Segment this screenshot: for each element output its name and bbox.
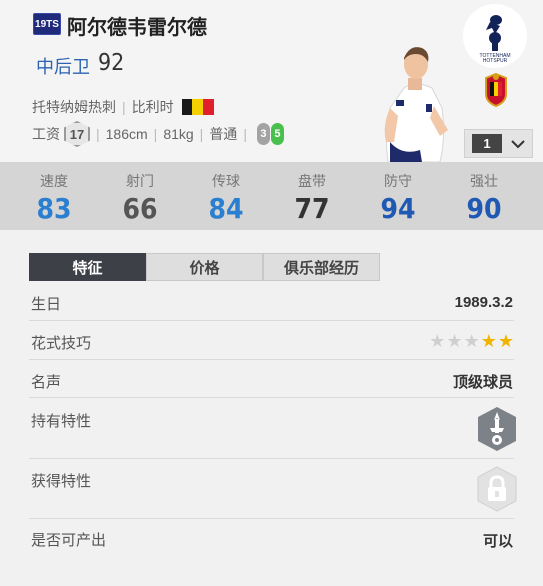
skill-moves-stars: ★ ★ ★ ★ ★	[429, 331, 514, 352]
season-badge: 19TS	[33, 13, 61, 35]
reputation-row: 名声 顶级球员	[29, 360, 514, 398]
traits-label: 持有特性	[31, 413, 92, 430]
player-height: 186cm	[105, 126, 148, 142]
nation-name: 比利时	[131, 99, 174, 115]
foot-badges: 3 5	[256, 123, 284, 145]
player-weight: 81kg	[163, 126, 194, 142]
defender-trait-icon[interactable]	[476, 406, 518, 452]
tottenham-logo-icon: TOTTENHAM HOTSPUR	[463, 4, 527, 68]
tab-traits[interactable]: 特征	[29, 253, 146, 281]
detail-tabs: 特征 价格 俱乐部经历	[29, 253, 380, 281]
stat-value: 66	[122, 192, 158, 225]
obtainable-label: 是否可产出	[31, 532, 107, 549]
player-header: 19TS 阿尔德韦雷尔德 中后卫 92 托特纳姆热刺 | 比利时 工资 17 |…	[0, 0, 543, 162]
stat-value: 83	[36, 192, 72, 225]
divider: |	[122, 99, 126, 115]
player-ovr: 92	[98, 50, 125, 76]
stats-bar: 速度 83 射门 66 传球 84 盘带 77 防守 94 强壮 90	[0, 162, 543, 230]
tab-price[interactable]: 价格	[146, 253, 263, 281]
birthday-row: 生日 1989.3.2	[29, 283, 514, 321]
skill-moves-row: 花式技巧 ★ ★ ★ ★ ★	[29, 321, 514, 360]
stat-value: 94	[380, 192, 416, 225]
level-value: 1	[472, 134, 502, 153]
obtainable-row: 是否可产出 可以	[29, 519, 514, 559]
belgium-flag-icon	[181, 99, 214, 115]
divider: |	[199, 126, 204, 142]
star-icon: ★	[446, 331, 463, 351]
stat-defending: 防守 94	[355, 162, 441, 230]
belgium-federation-logo-icon	[485, 72, 507, 108]
star-icon: ★	[463, 331, 480, 351]
stat-label: 防守	[384, 173, 412, 189]
stat-value: 90	[466, 192, 502, 225]
level-selector[interactable]: 1	[464, 129, 533, 158]
stat-value: 84	[208, 192, 244, 225]
acquired-traits-label: 获得特性	[31, 473, 92, 490]
stat-physical: 强壮 90	[441, 162, 527, 230]
divider: |	[153, 126, 158, 142]
player-name: 阿尔德韦雷尔德	[67, 17, 207, 39]
tab-club-history[interactable]: 俱乐部经历	[263, 253, 380, 281]
stat-dribbling: 盘带 77	[269, 162, 355, 230]
physical-info-line: 工资 17 | 186cm | 81kg | 普通 | 3 5	[32, 121, 284, 147]
stat-label: 传球	[212, 173, 240, 189]
skill-moves-label: 花式技巧	[31, 335, 92, 352]
stat-label: 盘带	[298, 173, 326, 189]
stat-label: 速度	[40, 173, 68, 189]
lock-icon	[477, 466, 517, 512]
obtainable-value: 可以	[482, 533, 513, 550]
stat-pace: 速度 83	[11, 162, 97, 230]
wage-label: 工资	[32, 126, 60, 142]
club-nation-line: 托特纳姆热刺 | 比利时	[32, 97, 214, 117]
divider: |	[243, 126, 247, 142]
birthday-label: 生日	[31, 296, 62, 313]
svg-text:HOTSPUR: HOTSPUR	[483, 58, 508, 62]
club-name: 托特纳姆热刺	[32, 99, 116, 115]
reputation-label: 名声	[31, 374, 62, 391]
reputation-value: 顶级球员	[452, 374, 513, 391]
body-type: 普通	[209, 126, 238, 142]
stat-passing: 传球 84	[183, 162, 269, 230]
player-photo	[384, 47, 448, 162]
star-icon: ★	[429, 331, 446, 351]
traits-row: 持有特性	[29, 398, 516, 459]
wage-badge: 17	[64, 121, 90, 147]
stat-label: 强壮	[470, 173, 498, 189]
divider: |	[96, 126, 100, 142]
star-icon: ★	[497, 331, 514, 351]
strong-foot-icon: 5	[270, 123, 284, 145]
stat-label: 射门	[126, 173, 154, 189]
weak-foot-icon: 3	[256, 123, 270, 145]
star-icon: ★	[480, 331, 497, 351]
stat-value: 77	[294, 192, 330, 225]
player-position: 中后卫	[36, 57, 90, 77]
birthday-value: 1989.3.2	[454, 294, 513, 311]
stat-shooting: 射门 66	[97, 162, 183, 230]
chevron-down-icon	[511, 139, 525, 148]
acquired-traits-row: 获得特性	[29, 459, 517, 519]
